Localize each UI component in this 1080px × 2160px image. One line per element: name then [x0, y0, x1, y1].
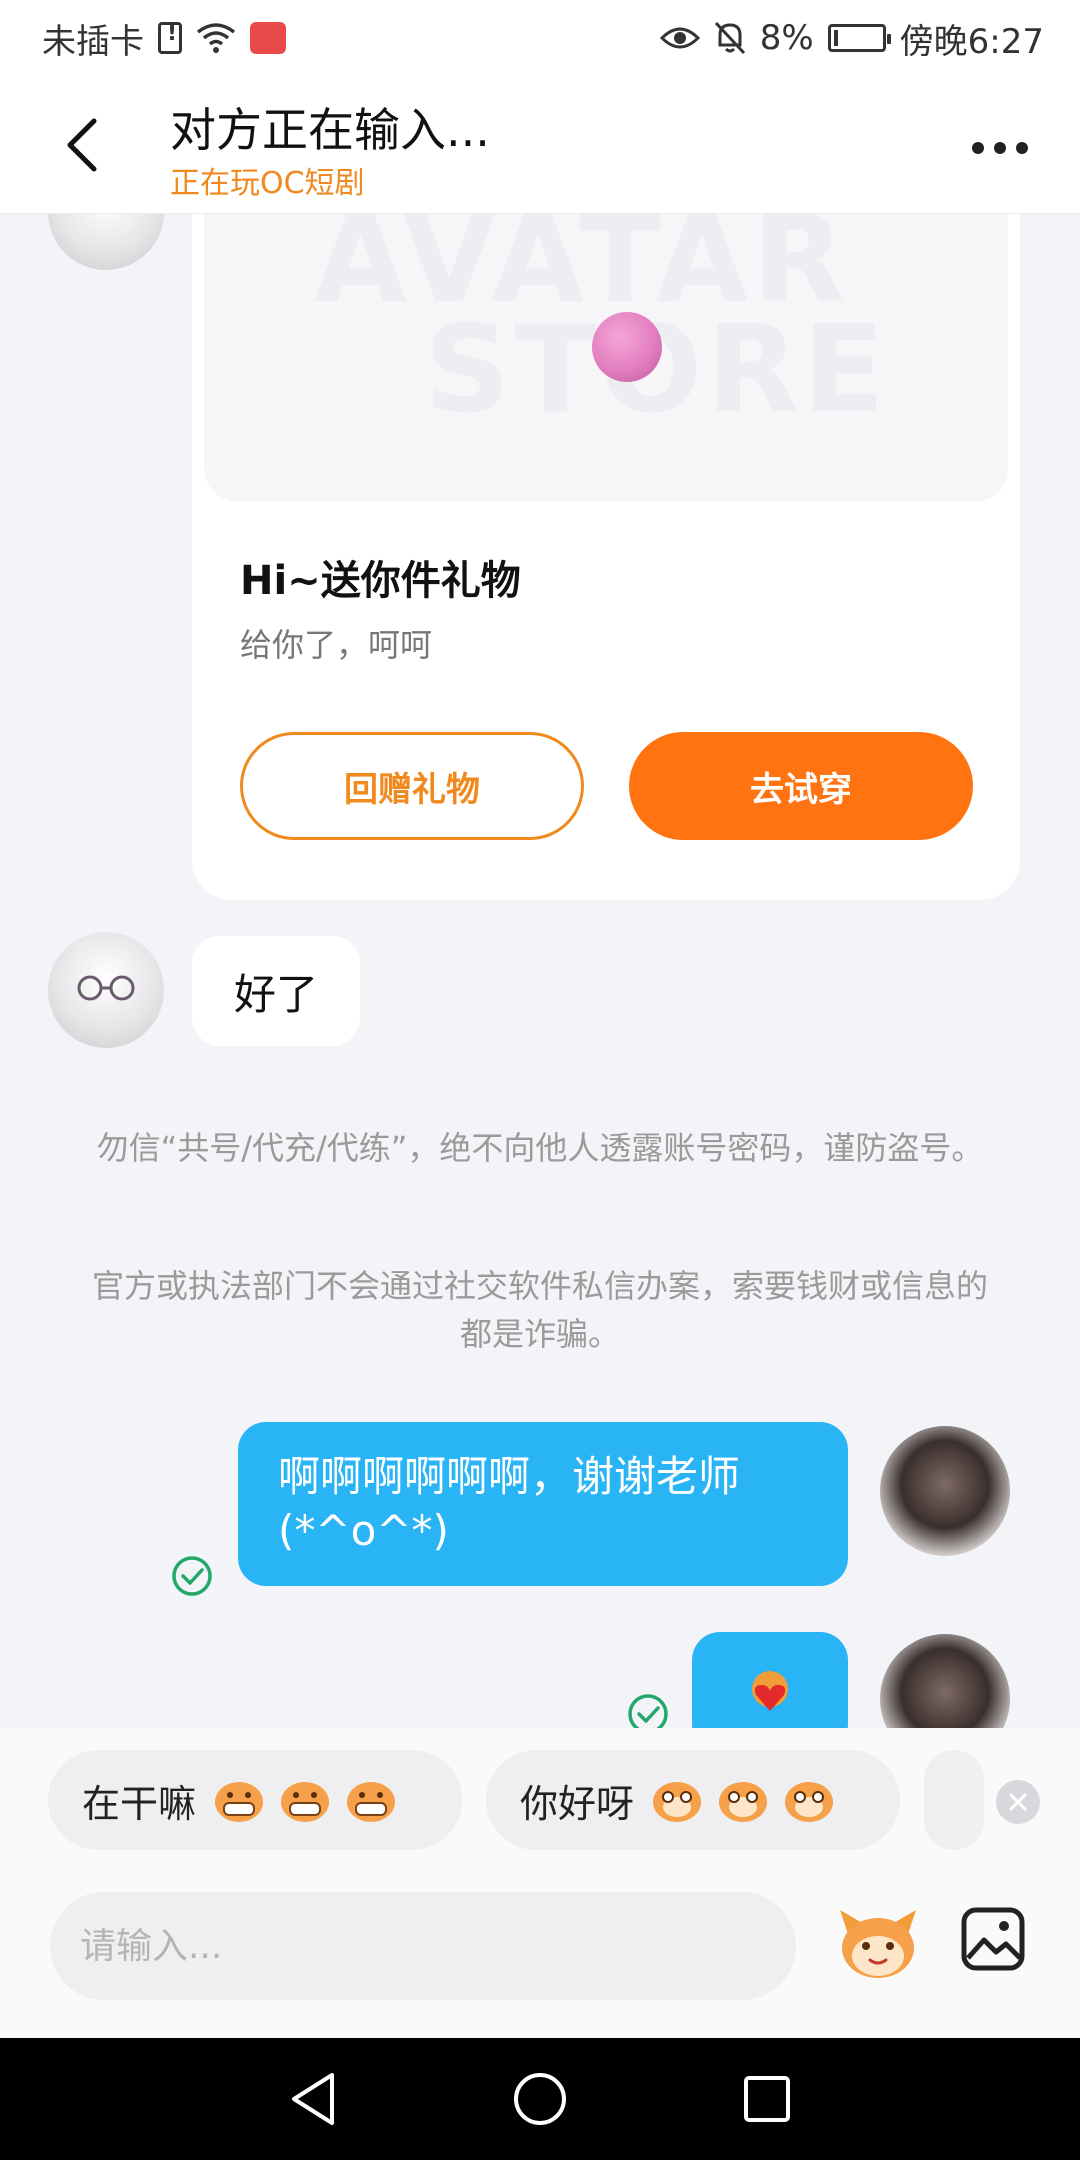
gift-title: Hi~送你件礼物 [240, 558, 521, 604]
chat-header: 对方正在输入... 正在玩OC短剧 [0, 76, 1080, 214]
incoming-message[interactable]: 好了 [192, 936, 361, 1046]
battery-fill [833, 30, 838, 46]
avatar-glasses-icon [77, 975, 135, 1001]
back-button[interactable] [52, 110, 112, 180]
more-dot-icon [972, 142, 984, 154]
banner-watermark: AVATAR STORE [314, 214, 889, 431]
smile-emoji-icon [653, 1782, 702, 1822]
status-bar: 未插卡 8% 傍晚6:27 [0, 0, 1080, 76]
page-title: 对方正在输入... [170, 103, 490, 157]
my-avatar[interactable] [880, 1426, 1010, 1556]
more-dot-icon [1016, 142, 1028, 154]
nav-back-button[interactable] [278, 2064, 348, 2134]
quick-reply-text: 在干嘛 [82, 1781, 197, 1826]
triangle-back-icon [292, 2073, 335, 2125]
battery-icon [827, 24, 891, 52]
grin-emoji-icon [215, 1782, 264, 1822]
outgoing-sticker-message[interactable] [692, 1632, 848, 1728]
bell-off-icon [714, 21, 745, 55]
grin-emoji-icon [347, 1782, 396, 1822]
smile-emoji-icon [719, 1782, 768, 1822]
outgoing-message[interactable]: 啊啊啊啊啊啊，谢谢老师(*^o^*) [238, 1422, 848, 1586]
sim-card-icon [158, 21, 182, 54]
status-left: 未插卡 [42, 14, 286, 63]
more-dot-icon [994, 142, 1006, 154]
contact-avatar[interactable] [48, 932, 164, 1048]
app-notification-icon [250, 22, 286, 54]
image-picker-button[interactable] [958, 1904, 1028, 1974]
read-check-icon [172, 1556, 212, 1596]
sticker-button[interactable] [832, 1898, 924, 1990]
sticker-face-icon [840, 1910, 916, 1978]
chevron-left-icon [67, 118, 97, 172]
safety-notice: 勿信“共号/代充/代练”，绝不向他人透露账号密码，谨防盗号。 [96, 1129, 984, 1167]
circle-home-icon [513, 2073, 566, 2125]
gift-banner-image: AVATAR STORE [204, 214, 1008, 502]
grin-emoji-icon [281, 1782, 330, 1822]
message-input[interactable] [50, 1892, 796, 2000]
close-icon [1009, 1793, 1027, 1811]
fraud-notice: 官方或执法部门不会通过社交软件私信办案，索要钱财或信息的都是诈骗。 [91, 1267, 988, 1353]
nav-home-button[interactable] [505, 2064, 575, 2134]
eye-icon [659, 27, 700, 49]
chat-messages[interactable]: AVATAR STORE Hi~送你件礼物 给你了，呵呵 回赠礼物 去试穿 好了… [0, 214, 1080, 1728]
carrier-text: 未插卡 [42, 21, 144, 62]
quick-reply-chip-partial[interactable] [924, 1750, 984, 1850]
system-nav-bar [0, 2038, 1080, 2160]
contact-status: 正在玩OC短剧 [170, 166, 365, 201]
gift-card: AVATAR STORE Hi~送你件礼物 给你了，呵呵 回赠礼物 去试穿 [192, 214, 1020, 900]
more-options-button[interactable] [960, 120, 1040, 176]
quick-reply-chip[interactable]: 在干嘛 [48, 1750, 462, 1850]
return-gift-button[interactable]: 回赠礼物 [240, 732, 584, 840]
square-recents-icon [743, 2076, 790, 2122]
quick-reply-chip[interactable]: 你好呀 [486, 1750, 900, 1850]
gift-description: 给你了，呵呵 [240, 626, 433, 664]
contact-avatar[interactable] [48, 214, 164, 270]
loading-ball-icon [592, 312, 662, 382]
status-right: 8% 傍晚6:27 [659, 14, 1044, 63]
read-check-icon [628, 1694, 668, 1728]
message-input-bar [0, 1852, 1080, 2038]
quick-reply-bar: 在干嘛 你好呀 [0, 1728, 1080, 1852]
nav-recents-button[interactable] [732, 2064, 802, 2134]
close-quick-replies-button[interactable] [996, 1780, 1040, 1824]
wifi-icon [196, 23, 236, 53]
try-on-button[interactable]: 去试穿 [629, 732, 973, 840]
smile-emoji-icon [785, 1782, 834, 1822]
battery-percent: 8% [759, 18, 814, 58]
quick-reply-text: 你好呀 [520, 1781, 635, 1826]
heart-sticker-icon [752, 1671, 788, 1711]
image-icon [961, 1907, 1025, 1971]
clock: 傍晚6:27 [899, 21, 1044, 62]
my-avatar[interactable] [880, 1634, 1010, 1728]
